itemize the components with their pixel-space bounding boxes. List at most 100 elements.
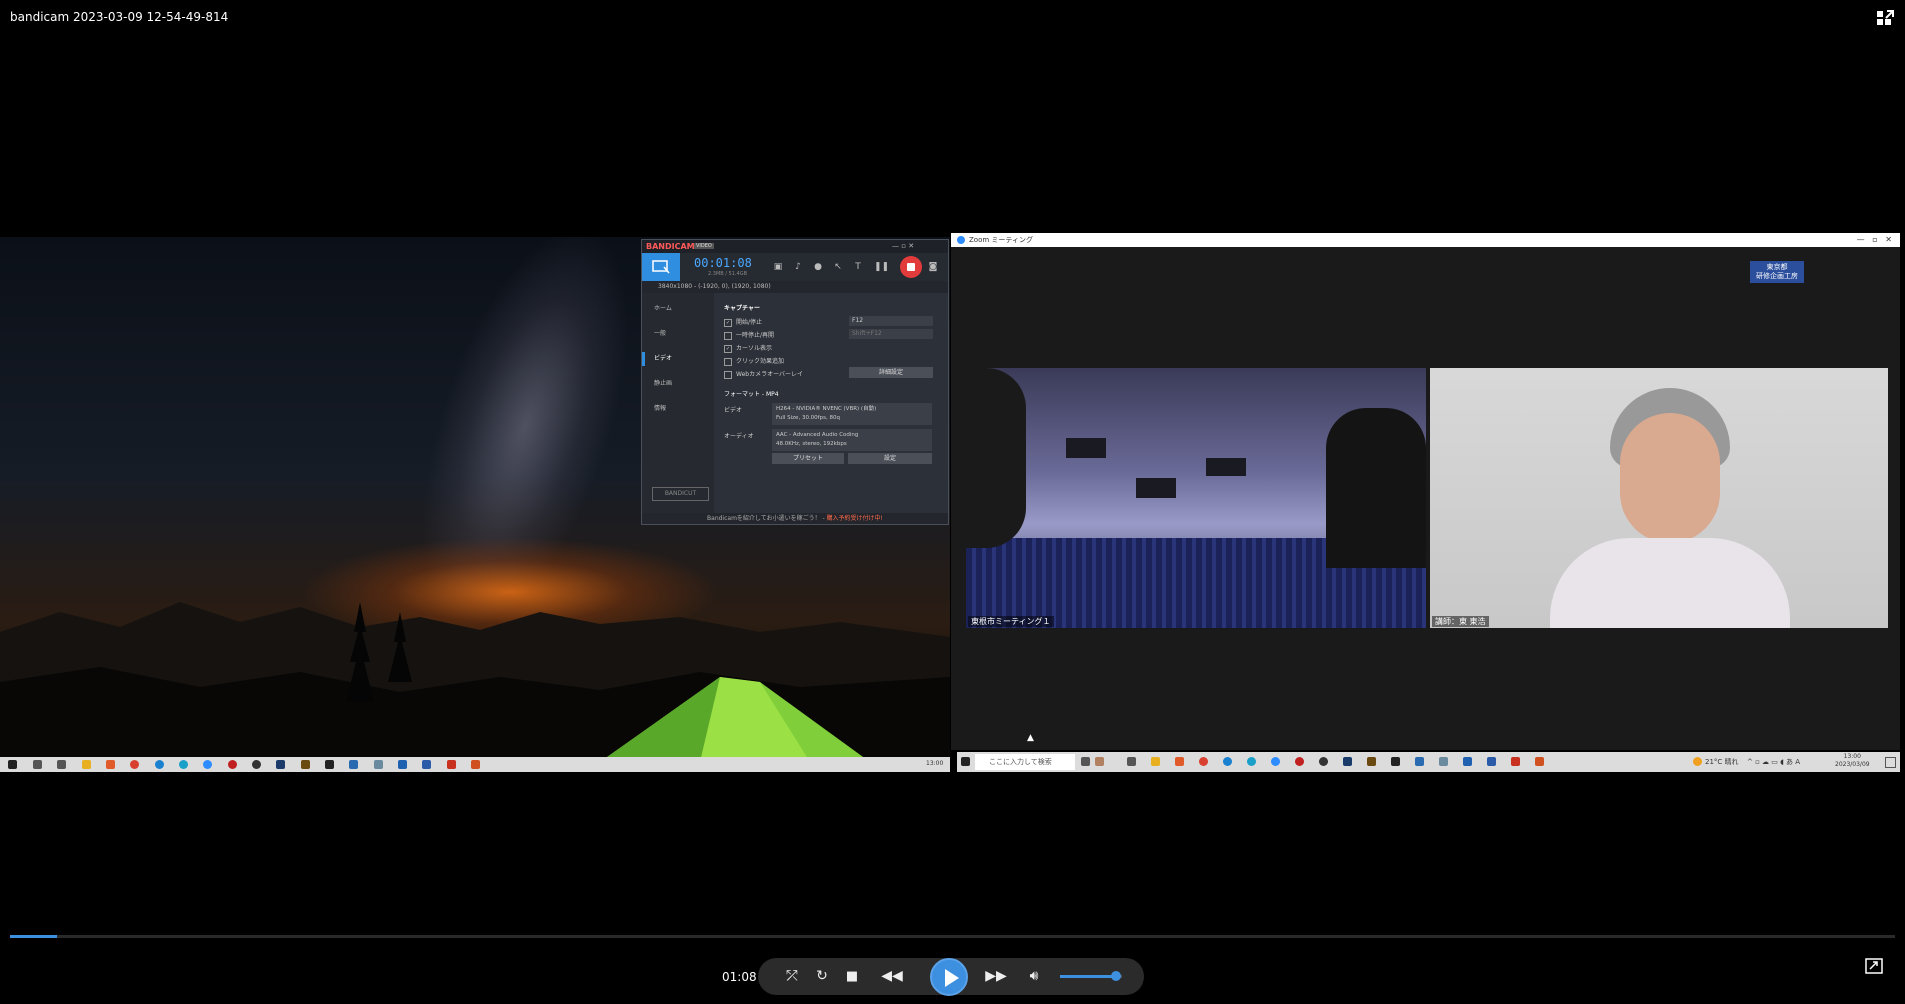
rewind-icon[interactable]: ◀◀ [876, 958, 908, 995]
clock[interactable]: 13:00 2023/03/09 [1835, 753, 1870, 769]
mic-icon[interactable]: ● [812, 261, 824, 273]
edge-icon[interactable] [179, 760, 188, 769]
checkbox[interactable]: ✓ [724, 344, 732, 353]
window-controls[interactable]: — ▫ ✕ [892, 242, 914, 250]
camera-icon[interactable]: ◙ [927, 261, 939, 273]
current-time: 01:08 [722, 970, 757, 984]
bandicam-titlebar: BANDICAM VIDEO — ▫ ✕ [642, 240, 948, 253]
loop-icon[interactable]: ↻ [810, 958, 834, 995]
detail-settings-button[interactable]: 詳細設定 [849, 367, 933, 378]
text-icon[interactable]: T [852, 261, 864, 273]
hotkey-start-field[interactable]: F12 [849, 316, 933, 326]
app-icon[interactable] [1415, 757, 1424, 766]
app-icon[interactable] [1439, 757, 1448, 766]
app-icon[interactable] [106, 760, 115, 769]
app-icon[interactable] [1081, 757, 1090, 766]
checkbox[interactable]: ✓ [724, 318, 732, 327]
zoom-icon[interactable] [1271, 757, 1280, 766]
app-icon[interactable] [349, 760, 358, 769]
skype-icon[interactable] [1223, 757, 1232, 766]
chrome-icon[interactable] [130, 760, 139, 769]
fullscreen-toggle-icon[interactable] [1875, 8, 1895, 28]
app-icon[interactable] [276, 760, 285, 769]
capture-target-button[interactable] [642, 253, 680, 281]
word-icon[interactable] [422, 760, 431, 769]
left-clock: 13:00 [926, 760, 944, 767]
file-size: 2.3MB / 51.4GB [708, 271, 747, 277]
zoom-icon[interactable] [203, 760, 212, 769]
app-icon[interactable] [1343, 757, 1352, 766]
checkbox[interactable] [724, 331, 732, 340]
video-tile-speaker[interactable]: 講師：東 東浩 [1430, 368, 1888, 628]
speaker-icon[interactable]: ♪ [792, 261, 804, 273]
weather-icon [1693, 757, 1702, 766]
play-icon[interactable] [930, 958, 968, 996]
option-start-stop[interactable]: ✓ 開始/停止 [724, 317, 762, 327]
app-icon[interactable] [1175, 757, 1184, 766]
chrome-icon[interactable] [1199, 757, 1208, 766]
outlook-icon[interactable] [1463, 757, 1472, 766]
nav-general[interactable]: 一般 [654, 328, 666, 337]
preset-button[interactable]: プリセット [772, 453, 844, 464]
edge-icon[interactable] [1247, 757, 1256, 766]
bandicut-button[interactable]: BANDICUT [652, 487, 709, 501]
green-tent [600, 677, 870, 762]
record-stop-button[interactable] [900, 256, 922, 278]
volume-knob[interactable] [1110, 971, 1121, 981]
nav-video[interactable]: ビデオ [654, 353, 672, 362]
bandicam-icon[interactable] [228, 760, 237, 769]
acrobat-icon[interactable] [447, 760, 456, 769]
app-icon[interactable] [1391, 757, 1400, 766]
explorer-icon[interactable] [82, 760, 91, 769]
nav-image[interactable]: 静止画 [654, 378, 672, 387]
volume-icon[interactable]: 🔊︎ [1022, 958, 1046, 995]
nav-home[interactable]: ホーム [654, 303, 672, 312]
format-settings-button[interactable]: 設定 [848, 453, 932, 464]
cursor-icon[interactable]: ↖ [832, 261, 844, 273]
outlook-icon[interactable] [398, 760, 407, 769]
zoom-window-controls[interactable]: — ▫ ✕ [1857, 233, 1892, 247]
acrobat-icon[interactable] [1511, 757, 1520, 766]
option-cursor[interactable]: ✓ カーソル表示 [724, 343, 772, 353]
option-webcam[interactable]: Webカメラオーバーレイ [724, 369, 803, 379]
skype-icon[interactable] [155, 760, 164, 769]
pip-icon[interactable] [1865, 958, 1883, 974]
app-icon[interactable] [374, 760, 383, 769]
taskbar-search-input[interactable]: ここに入力して検索 [975, 754, 1075, 770]
repeat-ab-icon[interactable]: ⤱ [780, 958, 804, 995]
windows-start-icon[interactable] [961, 757, 970, 766]
app-icon[interactable] [1367, 757, 1376, 766]
task-view-icon[interactable] [57, 760, 66, 769]
task-view-icon[interactable] [1127, 757, 1136, 766]
powerpoint-icon[interactable] [1535, 757, 1544, 766]
notification-icon[interactable] [1885, 757, 1896, 768]
app-icon[interactable] [1319, 757, 1328, 766]
windows-start-icon[interactable] [8, 760, 17, 769]
checkbox[interactable] [724, 357, 732, 366]
option-click-effect[interactable]: クリック効果追加 [724, 356, 784, 366]
app-icon[interactable] [301, 760, 310, 769]
fast-forward-icon[interactable]: ▶▶ [980, 958, 1012, 995]
stop-icon[interactable]: ■ [840, 958, 864, 995]
hotkey-pause-field[interactable]: Shift+F12 [849, 329, 933, 339]
video-tile-venue[interactable]: 東根市ミーティング１ [966, 368, 1426, 628]
org-badge: 東京都 研修企画工房 [1750, 261, 1804, 283]
footer-link[interactable]: 購入予約受け付け中! [827, 515, 883, 522]
tray-icons[interactable]: ^ ▫ ☁ ▭ ◖ あ A [1747, 757, 1800, 767]
powerpoint-icon[interactable] [471, 760, 480, 769]
word-icon[interactable] [1487, 757, 1496, 766]
option-pause[interactable]: 一時停止/再開 [724, 330, 774, 340]
app-icon[interactable] [325, 760, 334, 769]
seek-bar[interactable] [10, 935, 1895, 938]
explorer-icon[interactable] [1151, 757, 1160, 766]
bandicam-icon[interactable] [1295, 757, 1304, 766]
webcam-icon[interactable]: ▣ [772, 261, 784, 273]
pause-icon[interactable]: ❚❚ [874, 261, 889, 273]
app-icon[interactable] [252, 760, 261, 769]
capture-heading: キャプチャー [724, 305, 760, 312]
app-icon[interactable] [1095, 757, 1104, 766]
checkbox[interactable] [724, 370, 732, 379]
nav-about[interactable]: 情報 [654, 403, 666, 412]
search-icon[interactable] [33, 760, 42, 769]
weather-text[interactable]: 21°C 晴れ [1705, 757, 1739, 767]
